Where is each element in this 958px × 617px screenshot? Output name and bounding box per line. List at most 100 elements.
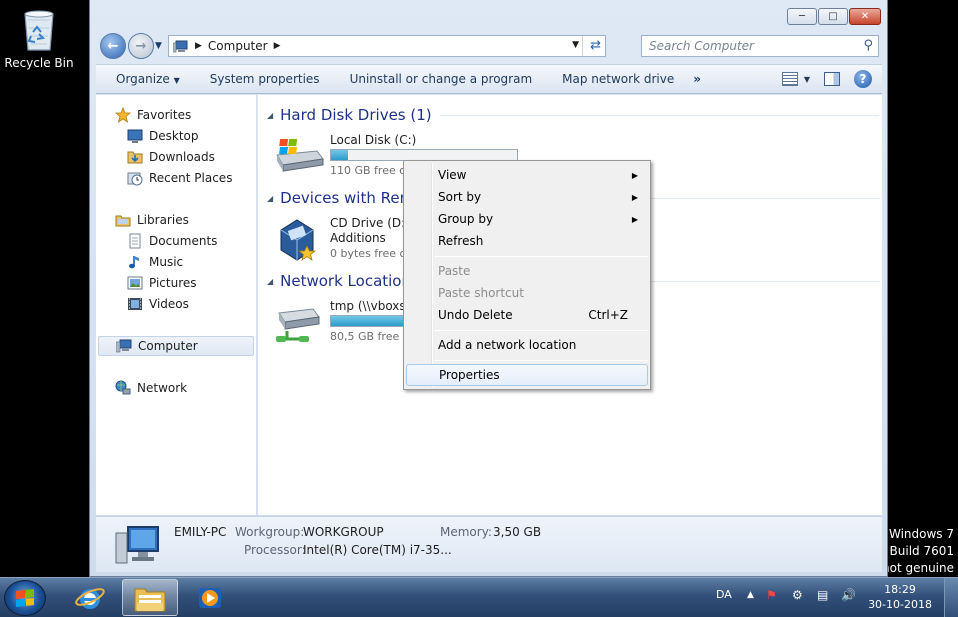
hard-disk-windows-icon xyxy=(273,133,325,183)
watermark-line: not genuine xyxy=(882,561,954,575)
map-network-drive-button[interactable]: Map network drive xyxy=(547,72,689,86)
organize-label: Organize xyxy=(116,72,170,86)
context-menu: View ▶ Sort by ▶ Group by ▶ Refresh Paste P… xyxy=(403,160,651,390)
clock[interactable]: 18:29 30-10-2018 xyxy=(868,582,932,612)
clock-time: 18:29 xyxy=(884,583,916,596)
drive-name-line2: Additions xyxy=(330,231,386,245)
workgroup-label: Workgroup: xyxy=(235,525,305,539)
nav-item-libraries[interactable]: Libraries xyxy=(115,210,273,230)
group-header-hard-disk-drives[interactable]: ◢ Hard Disk Drives (1) xyxy=(267,105,879,125)
address-separator xyxy=(582,36,583,56)
breadcrumb-computer[interactable]: Computer xyxy=(208,39,268,53)
virtualbox-cd-icon xyxy=(273,216,325,266)
nav-label: Desktop xyxy=(149,129,199,143)
toolbar-right-tools: ▼ ? xyxy=(781,70,872,88)
watermark-line: Windows 7 xyxy=(888,527,954,541)
taskbar-windows-explorer[interactable] xyxy=(122,579,178,616)
menu-label: Sort by xyxy=(438,190,482,204)
recent-places-icon xyxy=(127,170,143,186)
computer-icon xyxy=(172,40,189,53)
address-dropdown-icon[interactable]: ▼ xyxy=(572,40,579,50)
breadcrumb-chevron-icon[interactable]: ▶ xyxy=(274,41,281,51)
system-properties-button[interactable]: System properties xyxy=(195,72,335,86)
close-icon: ✕ xyxy=(860,11,870,22)
menu-item-undo-delete[interactable]: Undo Delete Ctrl+Z xyxy=(406,304,648,326)
nav-item-favorites[interactable]: Favorites xyxy=(114,105,273,125)
menu-label: Refresh xyxy=(438,234,484,248)
recycle-bin-label: Recycle Bin xyxy=(4,56,74,70)
taskbar-media-player[interactable] xyxy=(182,579,238,616)
nav-label: Downloads xyxy=(149,150,215,164)
uninstall-program-button[interactable]: Uninstall or change a program xyxy=(335,72,548,86)
action-center-flag-icon[interactable]: ⚑ xyxy=(766,588,777,602)
nav-item-computer[interactable]: Computer xyxy=(98,336,254,356)
collapse-triangle-icon[interactable]: ◢ xyxy=(267,111,273,120)
show-desktop-button[interactable] xyxy=(944,578,958,617)
show-hidden-icons[interactable]: ▲ xyxy=(747,590,754,600)
menu-label: Properties xyxy=(439,368,500,382)
menu-item-paste[interactable]: Paste xyxy=(406,260,648,282)
menu-label: Paste xyxy=(438,264,471,278)
usage-fill xyxy=(331,150,348,160)
music-note-icon xyxy=(127,254,143,270)
volume-icon[interactable]: 🔊 xyxy=(841,588,856,602)
close-button[interactable]: ✕ xyxy=(849,8,881,25)
downloads-folder-icon xyxy=(127,149,143,165)
minimize-button[interactable]: ─ xyxy=(787,8,817,25)
internet-explorer-icon xyxy=(75,587,105,609)
input-language[interactable]: DA xyxy=(716,588,732,601)
forward-button[interactable]: → xyxy=(128,33,154,59)
submenu-arrow-icon: ▶ xyxy=(631,192,638,202)
history-dropdown-icon[interactable]: ▼ xyxy=(155,41,162,51)
collapse-triangle-icon[interactable]: ◢ xyxy=(267,277,273,286)
nav-label: Videos xyxy=(149,297,189,311)
menu-label: Undo Delete xyxy=(438,308,513,322)
details-pane: EMILY-PC Workgroup: WORKGROUP Memory: 3,… xyxy=(96,516,882,572)
menu-item-refresh[interactable]: Refresh xyxy=(406,230,648,252)
change-view-icon[interactable] xyxy=(781,72,798,86)
nav-item-network[interactable]: Network xyxy=(115,378,273,398)
more-commands-button[interactable]: » xyxy=(689,72,705,86)
menu-item-paste-shortcut[interactable]: Paste shortcut xyxy=(406,282,648,304)
nav-label: Network xyxy=(137,381,188,395)
star-icon xyxy=(114,106,132,123)
menu-item-sort-by[interactable]: Sort by ▶ xyxy=(406,186,648,208)
nav-label: Libraries xyxy=(137,213,189,227)
start-button[interactable] xyxy=(4,580,46,616)
refresh-icon[interactable]: ⇄ xyxy=(590,38,601,53)
taskbar-internet-explorer[interactable] xyxy=(62,579,118,616)
memory-value: 3,50 GB xyxy=(493,525,542,539)
submenu-arrow-icon: ▶ xyxy=(631,170,638,180)
maximize-button[interactable]: □ xyxy=(818,8,848,25)
command-bar: Organize ▼ System properties Uninstall o… xyxy=(96,64,882,94)
forward-arrow-icon: → xyxy=(135,38,147,54)
menu-label: Paste shortcut xyxy=(438,286,524,300)
taskbar: DA ▲ ⚑ ⚙ ▤ 🔊 18:29 30-10-2018 xyxy=(0,577,958,617)
menu-item-properties[interactable]: Properties xyxy=(406,364,648,386)
submenu-arrow-icon: ▶ xyxy=(631,214,638,224)
menu-item-view[interactable]: View ▶ xyxy=(406,164,648,186)
search-icon[interactable]: ⚲ xyxy=(863,38,873,53)
view-dropdown-icon[interactable]: ▼ xyxy=(804,75,810,84)
menu-item-group-by[interactable]: Group by ▶ xyxy=(406,208,648,230)
group-title: Hard Disk Drives (1) xyxy=(280,106,432,124)
menu-item-add-network-location[interactable]: Add a network location xyxy=(406,334,648,356)
network-status-icon[interactable]: ▤ xyxy=(817,588,828,602)
nav-label: Music xyxy=(149,255,184,269)
preview-pane-icon[interactable] xyxy=(824,72,840,86)
clock-date: 30-10-2018 xyxy=(868,598,932,611)
help-icon[interactable]: ? xyxy=(854,70,872,88)
address-bar[interactable]: ▶ Computer ▶ ▼ ⇄ xyxy=(168,35,606,57)
menu-separator xyxy=(434,330,648,331)
organize-button[interactable]: Organize ▼ xyxy=(96,72,195,86)
back-button[interactable]: ← xyxy=(100,33,126,59)
collapse-triangle-icon[interactable]: ◢ xyxy=(267,194,273,203)
computer-monitor-icon xyxy=(114,523,162,567)
group-rule xyxy=(439,114,879,116)
search-input[interactable]: Search Computer ⚲ xyxy=(641,35,879,57)
windows-logo-icon xyxy=(16,589,34,607)
address-chevron-icon[interactable]: ▶ xyxy=(195,41,202,51)
recycle-bin-desktop-icon[interactable]: Recycle Bin xyxy=(4,6,74,70)
usb-device-icon[interactable]: ⚙ xyxy=(792,588,803,602)
menu-separator xyxy=(434,256,648,257)
